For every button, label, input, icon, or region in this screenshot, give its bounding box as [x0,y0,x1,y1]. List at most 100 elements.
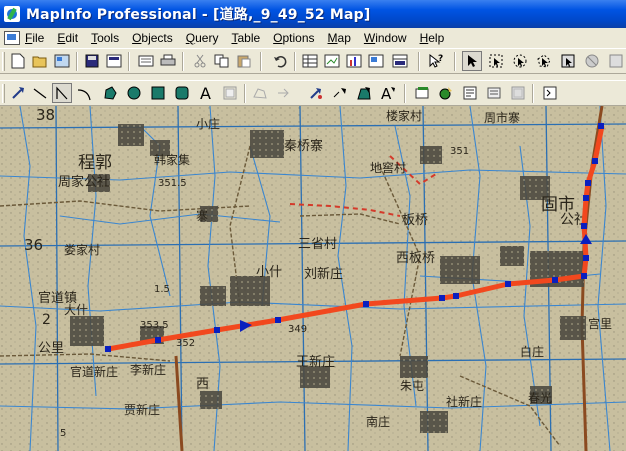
unselect-all-icon[interactable] [582,51,602,71]
map-window[interactable]: 38 36 小庄 秦桥寨 程郭 周家公社 韩家集 351.5 351 地窖村 固… [0,106,626,451]
frame-tool-icon[interactable] [220,83,240,103]
paste-icon[interactable] [234,51,254,71]
new-mapper-icon[interactable] [322,51,342,71]
polygon-select-icon[interactable] [534,51,554,71]
menu-help[interactable]: Help [420,31,445,45]
place-label: 南庄 [366,414,390,429]
place-label: 贾新庄 [124,402,160,417]
elevation-label: 5 [60,428,66,439]
ellipse-tool-icon[interactable] [124,83,144,103]
place-label: 周家公社 [58,174,110,190]
document-window-icon[interactable] [4,31,20,45]
place-label: 西板桥 [396,251,435,266]
save-table-icon[interactable] [82,51,102,71]
polygon-tool-icon[interactable] [100,83,120,103]
place-label: 秦桥寨 [284,138,323,154]
place-label: 小什 [256,265,282,280]
info-tool-icon[interactable] [460,83,480,103]
arc-tool-icon[interactable] [74,83,94,103]
place-label: 西 [196,377,209,392]
cut-icon[interactable] [190,51,210,71]
graph-select-icon[interactable] [606,51,626,71]
place-label: 宫里 [588,316,612,331]
mapinfo-app-icon[interactable] [4,6,20,22]
elevation-label: 352 [176,338,195,349]
menu-table[interactable]: Table [231,31,260,45]
menu-map[interactable]: Map [328,31,351,45]
menu-tools[interactable]: Tools [91,31,119,45]
menu-options[interactable]: Options [273,31,314,45]
place-label: 楼家村 [386,108,422,123]
open-workspace-icon[interactable] [52,51,72,71]
grid-label-36: 36 [24,236,43,254]
show-statistics-icon[interactable] [540,83,560,103]
symbol-style-icon[interactable] [306,83,326,103]
copy-icon[interactable] [212,51,232,71]
place-label: 周市寨 [484,110,520,125]
place-label: 小庄 [196,116,220,131]
standard-toolbar: ? [0,48,626,74]
toolbar-grip[interactable] [2,84,5,103]
menu-objects[interactable]: Objects [132,31,173,45]
elevation-label: 349 [288,324,307,335]
text-tool-icon[interactable]: A [196,83,216,103]
new-redistrict-icon[interactable] [390,51,410,71]
menu-edit[interactable]: Edit [57,31,78,45]
boundary-select-icon[interactable] [558,51,578,71]
text-style-icon[interactable]: A [378,83,398,103]
radius-select-icon[interactable] [510,51,530,71]
open-folder-icon[interactable] [30,51,50,71]
elevation-label: 351 [450,146,469,157]
place-label: 大什 [64,303,88,317]
print-icon[interactable] [158,51,178,71]
place-label: 王新庄 [296,354,335,370]
scale-label: 2 [42,312,51,328]
reshape-icon[interactable] [250,83,270,103]
svg-text:?: ? [438,54,443,64]
place-label: 地窖村 [370,160,406,175]
grid-label-38: 38 [36,106,55,124]
place-label: 寨 [196,208,208,223]
line-style-icon[interactable] [330,83,350,103]
help-pointer-icon[interactable]: ? [426,51,446,71]
rectangle-tool-icon[interactable] [148,83,168,103]
region-style-icon[interactable] [354,83,374,103]
select-arrow-icon[interactable] [462,51,482,71]
menu-window[interactable]: Window [364,31,407,45]
drag-map-icon[interactable] [508,83,528,103]
drawing-toolbar: A A [0,80,626,106]
layer-control-icon[interactable] [412,83,432,103]
save-workspace-icon[interactable] [104,51,124,71]
symbol-tool-icon[interactable] [8,83,28,103]
place-label: 刘新庄 [304,266,343,282]
rounded-rectangle-tool-icon[interactable] [172,83,192,103]
place-label: 三省村 [298,237,337,252]
place-label: 板桥 [402,213,428,228]
undo-icon[interactable] [270,51,290,71]
elevation-label: 353.5 [140,320,169,331]
menu-query[interactable]: Query [186,31,219,45]
ruler-icon[interactable] [436,83,456,103]
label-tool-icon[interactable] [484,83,504,103]
title-bar: MapInfo Professional - [道路,_9_49_52 Map] [0,0,626,28]
place-label: 程郭 [78,153,112,173]
line-tool-icon[interactable] [30,83,50,103]
new-layout-icon[interactable] [366,51,386,71]
menu-file[interactable]: File [25,31,44,45]
marquee-select-icon[interactable] [486,51,506,71]
add-node-icon[interactable] [274,83,294,103]
elevation-label: 351.5 [158,178,187,189]
place-label: 娄家村 [64,242,100,257]
new-grapher-icon[interactable] [344,51,364,71]
print-preview-icon[interactable] [136,51,156,71]
polyline-tool-icon[interactable] [52,83,72,103]
scale-label: 公里 [38,341,64,356]
place-label: 社新庄 [446,394,482,409]
menu-bar: File Edit Tools Objects Query Table Opti… [0,28,626,48]
toolbar-grip[interactable] [2,52,5,71]
new-table-icon[interactable] [8,51,28,71]
svg-text:A: A [200,85,211,101]
place-label: 官道新庄 [70,364,118,379]
elevation-label: 1.5 [154,284,170,295]
new-browser-icon[interactable] [300,51,320,71]
